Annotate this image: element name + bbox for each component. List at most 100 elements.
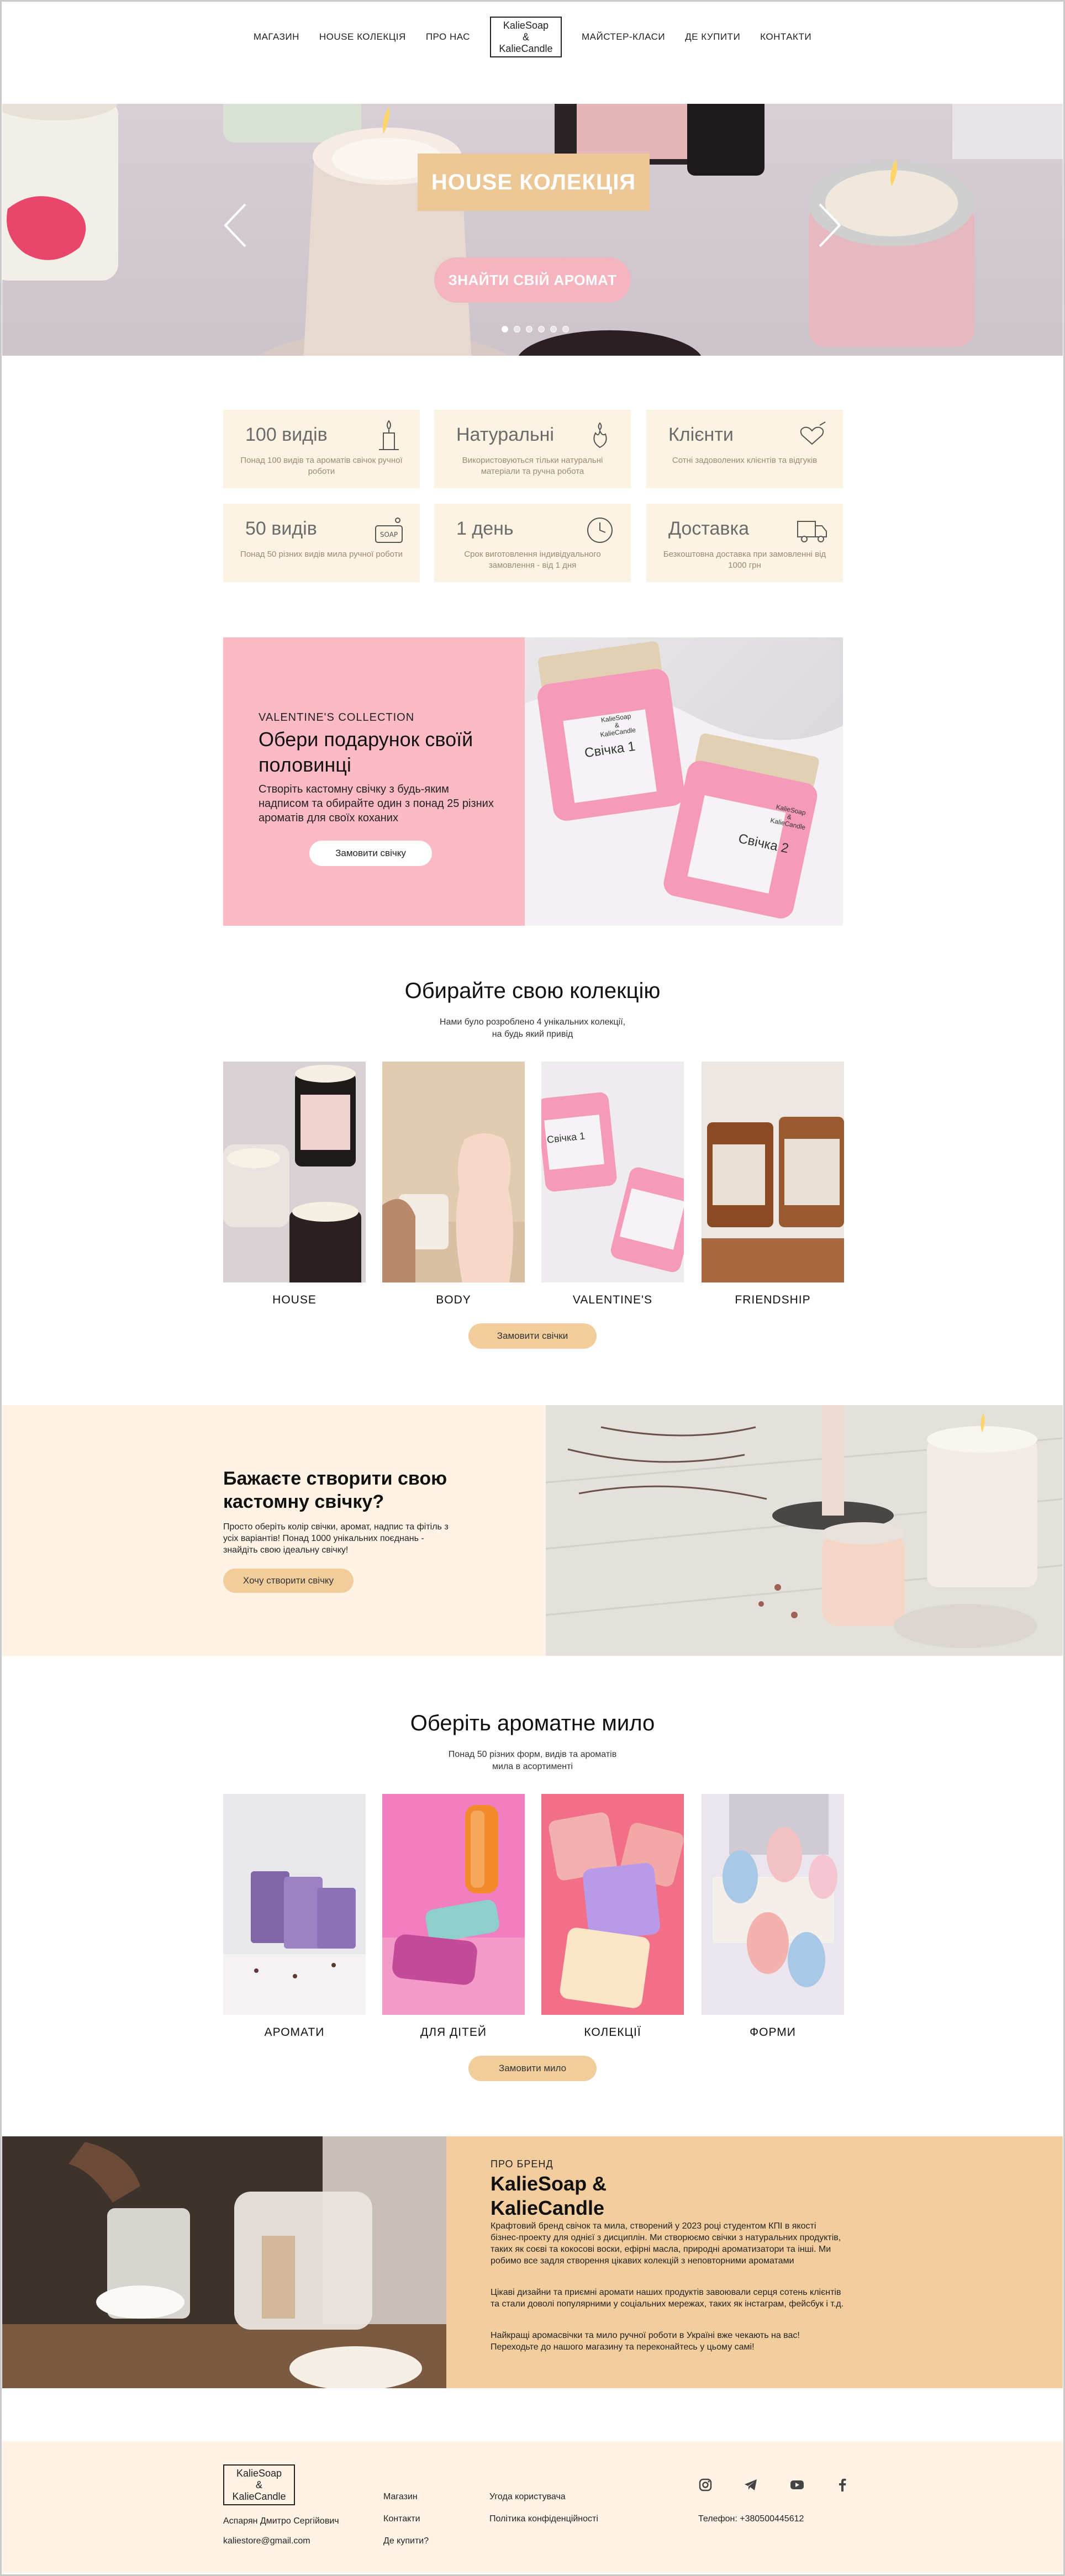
feature-desc: Сотні задоволених клієнтів та відгуків [672,456,818,465]
custom-candle-photo [546,1405,1063,1656]
feature-title: Клієнти [668,424,734,445]
valentines-collection-image [541,1062,684,1282]
candle-icon [379,420,399,450]
feature-title: 50 видів [245,518,317,539]
soap-icon: SOAP [375,518,403,543]
body-collection-image [382,1062,525,1282]
soap-label: КОЛЕКЦІЇ [584,2026,641,2039]
house-collection-image [223,1062,366,1282]
feature-desc: Безкоштовна доставка при замовленні від … [663,550,826,570]
find-aroma-button[interactable]: ЗНАЙТИ СВІЙ АРОМАТ [434,257,631,303]
truck-icon [797,521,827,542]
slider-dot[interactable] [562,326,569,332]
feature-card: 1 день Срок виготовлення індивідуального… [434,504,631,582]
footer-logo-line: KalieSoap [236,2467,282,2479]
footer-logo[interactable]: KalieSoap & KalieCandle [223,2464,295,2505]
svg-text:SOAP: SOAP [380,531,398,539]
feature-title: 100 видів [245,424,328,445]
soap-subtitle: Понад 50 різних форм, видів та ароматів … [448,1750,617,1771]
footer-owner: Аспарян Дмитро Сергійович [223,2516,339,2526]
nav-shop[interactable]: МАГАЗИН [244,31,309,43]
order-candles-button[interactable]: Замовити свічки [468,1323,597,1349]
logo[interactable]: KalieSoap & KalieCandle [489,17,562,57]
collection-label: FRIENDSHIP [735,1294,811,1306]
valentine-image: KalieSoap & KalieCandle Свічка 1 KalieSo… [525,637,843,926]
clock-icon [587,518,613,543]
footer-email[interactable]: kaliestore@gmail.com [223,2536,310,2546]
brand-paragraph-1: Крафтовий бренд свічок та мила, створени… [491,2221,841,2266]
valentine-desc: Створіть кастомну свічку з будь-яким над… [259,783,494,824]
valentine-title: Обери подарунок своїй половинці [259,728,473,776]
footer: KalieSoap & KalieCandle Аспарян Дмитро С… [2,2441,1063,2573]
slider-dot[interactable] [502,326,508,332]
logo-line-2: & [522,31,529,43]
hero-image [2,104,1063,356]
feature-card: Натуральні Використовуються тільки натур… [434,410,631,488]
feature-card: Клієнти Сотні задоволених клієнтів та ві… [646,410,843,488]
logo-line-3: KalieCandle [499,43,553,54]
soap-label: АРОМАТИ [264,2026,325,2039]
feature-title: 1 день [456,518,514,539]
slider-dot[interactable] [526,326,532,332]
soap-tile-shapes[interactable] [702,1794,844,2015]
aromas-soap-image [223,1794,366,2015]
brand-paragraph-3: Найкращі аромасвічки та мило ручної робо… [491,2331,800,2352]
soap-label: ФОРМИ [750,2026,796,2039]
feature-desc: Понад 50 різних видів мила ручної роботи [240,550,403,559]
collection-tile-friendship[interactable] [702,1062,844,1282]
brand-info: ПРО БРЕНД KalieSoap & KalieCandle Крафто… [446,2136,1063,2388]
collection-tile-body[interactable] [382,1062,525,1282]
hero-next-arrow-icon[interactable] [818,202,842,249]
valentine-promo: VALENTINE'S COLLECTION Обери подарунок с… [223,637,525,926]
footer-link-shop[interactable]: Магазин [383,2492,418,2502]
feature-desc: Срок виготовлення індивідуального замовл… [464,550,601,570]
valentine-kicker: VALENTINE'S COLLECTION [259,711,415,724]
collection-label: BODY [436,1294,471,1306]
soap-tile-kids[interactable] [382,1794,525,2015]
soap-label: ДЛЯ ДІТЕЙ [420,2026,487,2039]
collections-soap-image [541,1794,684,2015]
brand-paragraph-2: Цікаві дизайни та приємні аромати наших … [491,2288,844,2309]
collections-title: Обирайте свою колекцію [404,979,661,1003]
hero-prev-arrow-icon[interactable] [223,202,247,249]
soap-tile-collections[interactable] [541,1794,684,2015]
feature-card: 50 видів SOAP Понад 50 різних видів мила… [223,504,420,582]
slider-dot[interactable] [538,326,545,332]
nav-where-to-buy[interactable]: ДЕ КУПИТИ [675,31,750,43]
facebook-icon[interactable] [834,2477,851,2493]
slider-dots [502,326,569,332]
nav-contacts[interactable]: КОНТАКТИ [750,31,821,43]
collection-tile-house[interactable] [223,1062,366,1282]
kids-soap-image [382,1794,525,2015]
footer-link-contacts[interactable]: Контакти [383,2514,420,2524]
soap-tile-aromas[interactable] [223,1794,366,2015]
footer-link-terms[interactable]: Угода користувача [489,2492,566,2502]
feature-card: 100 видів Понад 100 видів та ароматів св… [223,410,420,488]
friendship-collection-image [702,1062,844,1282]
nav-master-classes[interactable]: МАЙСТЕР-КЛАСИ [572,31,675,43]
header: МАГАЗИН HOUSE КОЛЕКЦІЯ ПРО НАС KalieSoap… [0,0,1065,104]
feature-title: Натуральні [456,424,554,445]
nav-about[interactable]: ПРО НАС [416,31,480,43]
logo-line-1: KalieSoap [503,19,549,31]
instagram-icon[interactable] [697,2477,714,2493]
custom-candle-image [546,1405,1063,1656]
slider-dot[interactable] [514,326,520,332]
collection-tile-valentines[interactable]: Свічка 1 [541,1062,684,1282]
brand-image [2,2136,446,2388]
order-soap-button[interactable]: Замовити мило [468,2056,597,2081]
create-candle-button[interactable]: Хочу створити свічку [223,1569,354,1593]
shapes-soap-image [702,1794,844,2015]
valentine-photo [525,641,843,926]
telegram-icon[interactable] [742,2477,759,2493]
footer-link-where-to-buy[interactable]: Де купити? [383,2536,429,2546]
custom-desc: Просто оберіть колір свічки, аромат, над… [223,1522,449,1555]
youtube-icon[interactable] [789,2477,805,2493]
feature-title: Доставка [668,518,750,539]
nav-house-collection[interactable]: HOUSE КОЛЕКЦІЯ [309,31,416,43]
order-candle-button[interactable]: Замовити свічку [309,841,432,866]
brand-photo [2,2136,446,2388]
footer-link-privacy[interactable]: Політика конфіденційності [489,2514,598,2524]
slider-dot[interactable] [550,326,557,332]
leaf-flame-icon [593,422,607,448]
